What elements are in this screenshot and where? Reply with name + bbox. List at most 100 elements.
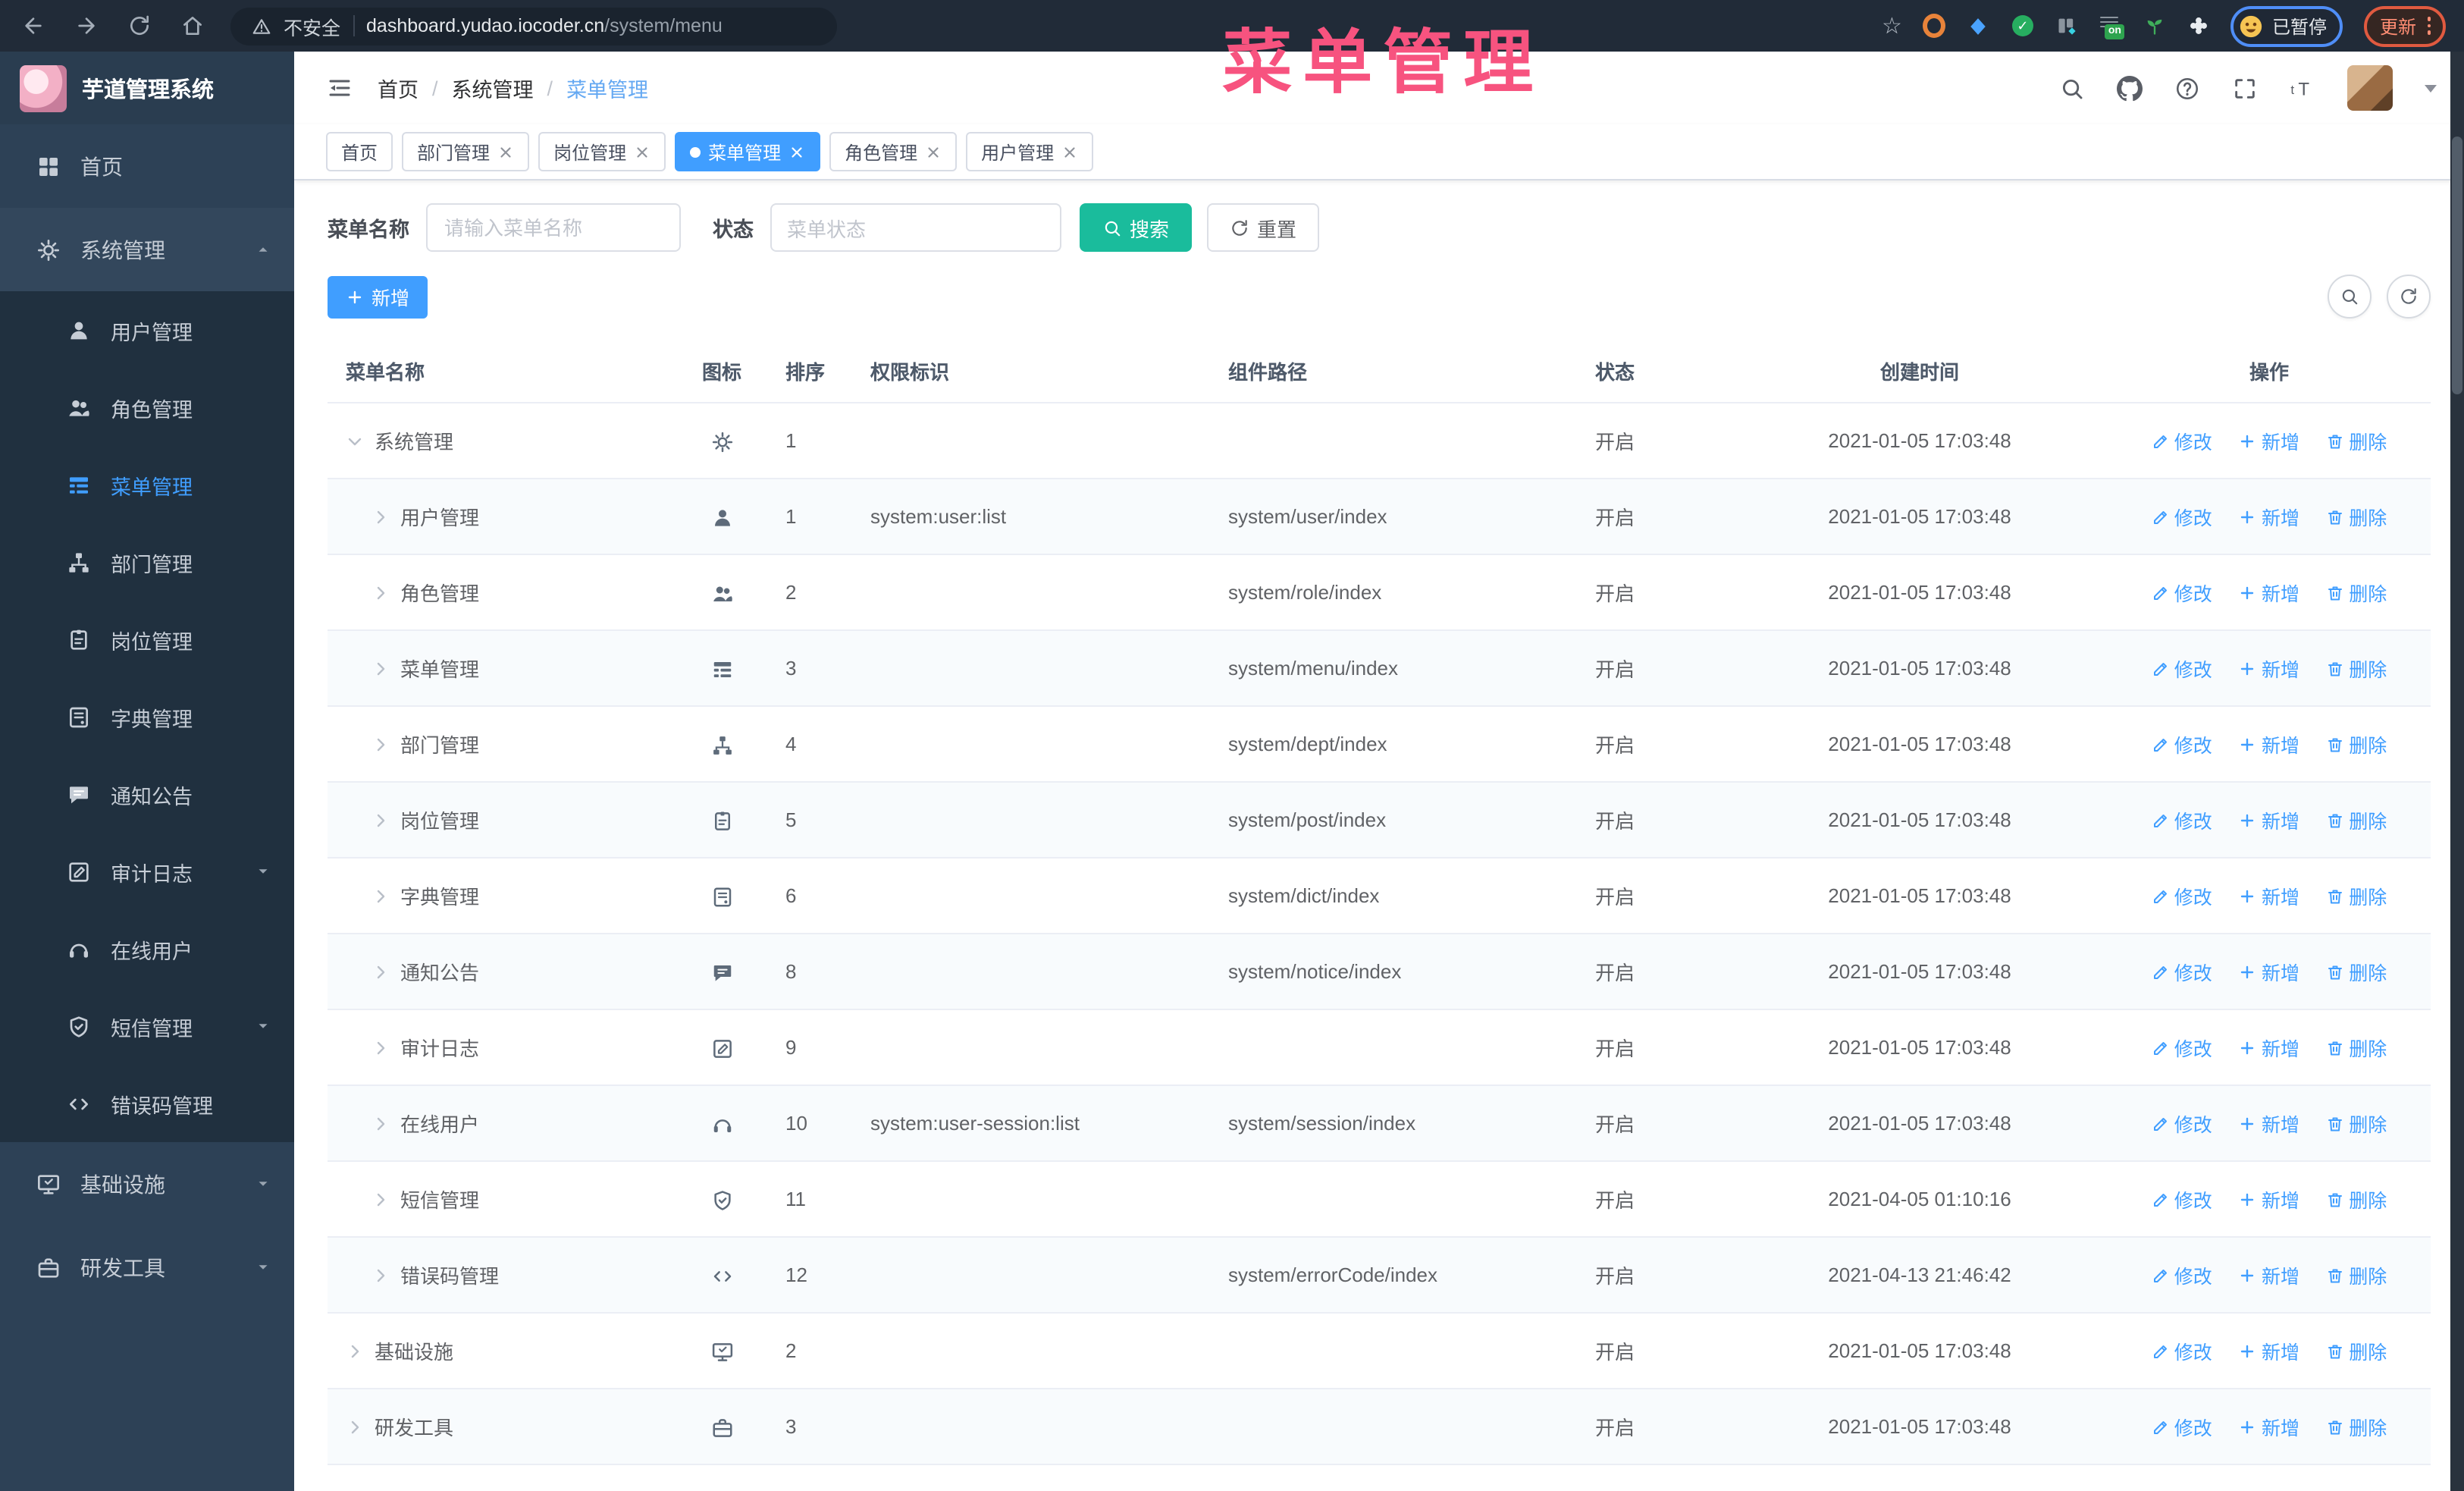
browser-update-button[interactable]: 更新 [2364, 5, 2446, 46]
address-bar[interactable]: 不安全 dashboard.yudao.iocoder.cn/system/me… [230, 7, 837, 45]
breadcrumb-item-current[interactable]: 菜单管理 [566, 73, 648, 103]
expand-caret-icon[interactable] [371, 1114, 390, 1132]
expand-caret-icon[interactable] [346, 432, 364, 450]
close-icon[interactable] [634, 143, 650, 160]
expand-caret-icon[interactable] [346, 1342, 364, 1360]
add-link[interactable]: 新增 [2239, 730, 2299, 758]
reset-button[interactable]: 重置 [1207, 203, 1320, 252]
edit-link[interactable]: 修改 [2152, 1109, 2212, 1138]
sidebar-item-错误码管理[interactable]: 错误码管理 [0, 1065, 294, 1142]
delete-link[interactable]: 删除 [2326, 1412, 2387, 1441]
delete-link[interactable]: 删除 [2326, 578, 2387, 607]
extension-icon[interactable] [1967, 14, 1990, 37]
extension-icon[interactable]: on [2099, 14, 2125, 39]
delete-link[interactable]: 删除 [2326, 1260, 2387, 1289]
edit-link[interactable]: 修改 [2152, 1033, 2212, 1062]
toggle-search-button[interactable] [2328, 275, 2372, 319]
sidebar-item-部门管理[interactable]: 部门管理 [0, 523, 294, 601]
tag-用户管理[interactable]: 用户管理 [966, 132, 1094, 171]
add-link[interactable]: 新增 [2239, 1336, 2299, 1365]
add-link[interactable]: 新增 [2239, 654, 2299, 683]
delete-link[interactable]: 删除 [2326, 957, 2387, 986]
fullscreen-icon[interactable] [2232, 75, 2258, 101]
sidebar-item-岗位管理[interactable]: 岗位管理 [0, 601, 294, 678]
sidebar-item-系统管理[interactable]: 系统管理 [0, 208, 294, 291]
edit-link[interactable]: 修改 [2152, 1185, 2212, 1213]
tag-首页[interactable]: 首页 [326, 132, 393, 171]
tag-岗位管理[interactable]: 岗位管理 [538, 132, 666, 171]
user-avatar[interactable] [2347, 65, 2393, 111]
sidebar-item-基础设施[interactable]: 基础设施 [0, 1142, 294, 1226]
browser-reload-button[interactable] [124, 11, 155, 41]
bookmark-star-icon[interactable]: ☆ [1882, 14, 1902, 37]
sidebar-item-用户管理[interactable]: 用户管理 [0, 291, 294, 369]
delete-link[interactable]: 删除 [2326, 1185, 2387, 1213]
sidebar-item-审计日志[interactable]: 审计日志 [0, 833, 294, 910]
add-link[interactable]: 新增 [2239, 957, 2299, 986]
tag-菜单管理[interactable]: 菜单管理 [675, 132, 821, 171]
edit-link[interactable]: 修改 [2152, 578, 2212, 607]
expand-caret-icon[interactable] [346, 1417, 364, 1436]
edit-link[interactable]: 修改 [2152, 1260, 2212, 1289]
add-button[interactable]: 新增 [328, 275, 428, 318]
extension-icon[interactable]: ✓ [2011, 14, 2034, 37]
add-link[interactable]: 新增 [2239, 502, 2299, 531]
github-icon[interactable] [2117, 75, 2143, 101]
sidebar-item-在线用户[interactable]: 在线用户 [0, 910, 294, 987]
sidebar-item-研发工具[interactable]: 研发工具 [0, 1226, 294, 1309]
tag-部门管理[interactable]: 部门管理 [402, 132, 530, 171]
add-link[interactable]: 新增 [2239, 1260, 2299, 1289]
delete-link[interactable]: 删除 [2326, 881, 2387, 910]
expand-caret-icon[interactable] [371, 962, 390, 981]
add-link[interactable]: 新增 [2239, 578, 2299, 607]
extension-icon[interactable] [2055, 14, 2078, 37]
close-icon[interactable] [1061, 143, 1078, 160]
expand-caret-icon[interactable] [371, 583, 390, 601]
sidebar-item-字典管理[interactable]: 字典管理 [0, 678, 294, 755]
sidebar-collapse-icon[interactable] [326, 74, 353, 102]
extension-icon[interactable] [2143, 14, 2166, 37]
page-scrollbar[interactable] [2450, 52, 2464, 1491]
delete-link[interactable]: 删除 [2326, 730, 2387, 758]
add-link[interactable]: 新增 [2239, 881, 2299, 910]
delete-link[interactable]: 删除 [2326, 1109, 2387, 1138]
delete-link[interactable]: 删除 [2326, 1033, 2387, 1062]
add-link[interactable]: 新增 [2239, 1033, 2299, 1062]
add-link[interactable]: 新增 [2239, 426, 2299, 455]
add-link[interactable]: 新增 [2239, 1412, 2299, 1441]
menu-name-input[interactable] [426, 203, 681, 252]
edit-link[interactable]: 修改 [2152, 805, 2212, 834]
expand-caret-icon[interactable] [371, 507, 390, 526]
edit-link[interactable]: 修改 [2152, 1412, 2212, 1441]
extension-icon[interactable] [1923, 14, 1946, 38]
expand-caret-icon[interactable] [371, 1038, 390, 1056]
expand-caret-icon[interactable] [371, 811, 390, 829]
sidebar-item-角色管理[interactable]: 角色管理 [0, 369, 294, 446]
help-icon[interactable] [2174, 75, 2200, 101]
profile-paused-badge[interactable]: 已暂停 [2230, 5, 2343, 46]
delete-link[interactable]: 删除 [2326, 654, 2387, 683]
sidebar-item-短信管理[interactable]: 短信管理 [0, 987, 294, 1065]
search-icon[interactable] [2059, 75, 2085, 101]
edit-link[interactable]: 修改 [2152, 426, 2212, 455]
edit-link[interactable]: 修改 [2152, 654, 2212, 683]
expand-caret-icon[interactable] [371, 887, 390, 905]
browser-back-button[interactable] [18, 11, 49, 41]
app-logo[interactable]: 芋道管理系统 [0, 52, 294, 124]
breadcrumb-item[interactable]: 首页 [378, 73, 419, 103]
add-link[interactable]: 新增 [2239, 1185, 2299, 1213]
edit-link[interactable]: 修改 [2152, 502, 2212, 531]
sidebar-item-首页[interactable]: 首页 [0, 124, 294, 208]
breadcrumb-item[interactable]: 系统管理 [452, 73, 534, 103]
tag-角色管理[interactable]: 角色管理 [829, 132, 958, 171]
edit-link[interactable]: 修改 [2152, 957, 2212, 986]
edit-link[interactable]: 修改 [2152, 730, 2212, 758]
expand-caret-icon[interactable] [371, 1190, 390, 1208]
sidebar-item-菜单管理[interactable]: 菜单管理 [0, 446, 294, 523]
sidebar-item-通知公告[interactable]: 通知公告 [0, 755, 294, 833]
refresh-table-button[interactable] [2387, 275, 2431, 319]
status-select[interactable]: 菜单状态 [770, 203, 1061, 252]
expand-caret-icon[interactable] [371, 735, 390, 753]
user-menu-caret-icon[interactable] [2425, 84, 2437, 92]
close-icon[interactable] [788, 143, 805, 160]
